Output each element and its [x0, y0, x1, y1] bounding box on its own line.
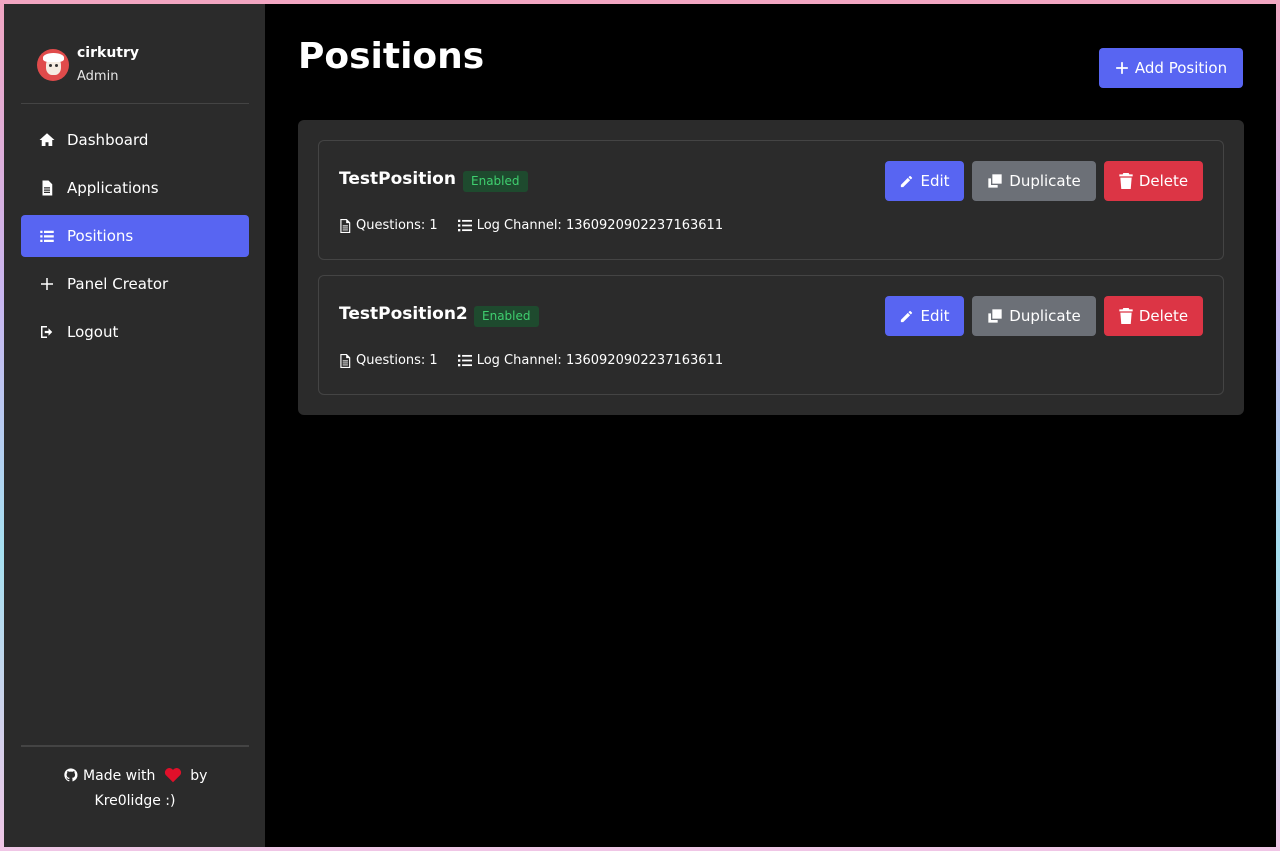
document-icon — [37, 178, 57, 198]
home-icon — [37, 130, 57, 150]
sidebar: cirkutry Admin Dashboard Applications Po… — [4, 4, 265, 847]
plus-icon — [37, 274, 57, 294]
status-badge: Enabled — [463, 171, 528, 192]
edit-label: Edit — [920, 172, 950, 190]
page-title: Positions — [298, 36, 485, 77]
list-icon — [37, 226, 57, 246]
sidebar-item-logout[interactable]: Logout — [21, 311, 249, 353]
log-channel: Log Channel: 1360920902237163611 — [457, 353, 724, 368]
questions-count: Questions: 1 — [339, 353, 438, 368]
avatar — [37, 49, 69, 81]
heart-icon — [164, 768, 181, 783]
duplicate-button[interactable]: Duplicate — [972, 161, 1096, 201]
footer-by: by — [190, 768, 208, 784]
positions-panel: TestPosition Enabled Edit Duplicate Dele… — [298, 120, 1244, 415]
trash-icon — [1119, 308, 1133, 324]
sidebar-item-positions[interactable]: Positions — [21, 215, 249, 257]
github-icon[interactable] — [63, 767, 79, 783]
footer-made-with: Made with — [83, 768, 156, 784]
username: cirkutry — [77, 45, 140, 61]
copy-icon — [988, 174, 1002, 188]
add-position-label: Add Position — [1134, 59, 1228, 77]
questions-text: Questions: 1 — [356, 353, 438, 368]
duplicate-label: Duplicate — [1009, 172, 1081, 190]
delete-button[interactable]: Delete — [1104, 161, 1203, 201]
main-content: Positions Add Position TestPosition Enab… — [265, 4, 1276, 847]
document-icon — [340, 353, 351, 368]
footer-author: Kre0lidge :) — [94, 793, 176, 809]
sidebar-item-label: Logout — [67, 323, 119, 341]
log-channel-text: Log Channel: 1360920902237163611 — [476, 218, 724, 233]
edit-button[interactable]: Edit — [885, 161, 964, 201]
document-icon — [340, 218, 351, 233]
sidebar-item-label: Positions — [67, 227, 134, 245]
sidebar-item-label: Applications — [67, 179, 159, 197]
sidebar-item-label: Dashboard — [67, 131, 149, 149]
delete-label: Delete — [1138, 307, 1189, 325]
log-channel: Log Channel: 1360920902237163611 — [457, 218, 724, 233]
duplicate-label: Duplicate — [1009, 307, 1081, 325]
delete-label: Delete — [1138, 172, 1189, 190]
list-icon — [457, 354, 472, 367]
position-name: TestPosition2 — [339, 304, 468, 324]
user-role: Admin — [77, 69, 119, 84]
questions-text: Questions: 1 — [356, 218, 438, 233]
edit-label: Edit — [920, 307, 950, 325]
sidebar-item-applications[interactable]: Applications — [21, 167, 249, 209]
edit-button[interactable]: Edit — [885, 296, 964, 336]
trash-icon — [1119, 173, 1133, 189]
copy-icon — [988, 309, 1002, 323]
sidebar-footer-divider — [21, 745, 249, 747]
sidebar-item-panel-creator[interactable]: Panel Creator — [21, 263, 249, 305]
log-channel-text: Log Channel: 1360920902237163611 — [476, 353, 724, 368]
logout-icon — [37, 322, 57, 342]
user-profile: cirkutry Admin — [37, 44, 139, 86]
pencil-icon — [901, 175, 913, 187]
add-position-button[interactable]: Add Position — [1099, 48, 1243, 88]
position-card: TestPosition2 Enabled Edit Duplicate Del… — [318, 275, 1224, 395]
pencil-icon — [901, 310, 913, 322]
sidebar-item-dashboard[interactable]: Dashboard — [21, 119, 249, 161]
sidebar-divider — [21, 103, 249, 104]
sidebar-nav: Dashboard Applications Positions Panel C… — [21, 119, 249, 359]
questions-count: Questions: 1 — [339, 218, 438, 233]
sidebar-item-label: Panel Creator — [67, 275, 169, 293]
status-badge: Enabled — [474, 306, 539, 327]
duplicate-button[interactable]: Duplicate — [972, 296, 1096, 336]
delete-button[interactable]: Delete — [1104, 296, 1203, 336]
list-icon — [457, 219, 472, 232]
plus-icon — [1116, 62, 1128, 74]
sidebar-footer: Made with by Kre0lidge :) — [21, 764, 249, 814]
position-name: TestPosition — [339, 169, 456, 189]
app-window: cirkutry Admin Dashboard Applications Po… — [4, 4, 1276, 847]
position-card: TestPosition Enabled Edit Duplicate Dele… — [318, 140, 1224, 260]
